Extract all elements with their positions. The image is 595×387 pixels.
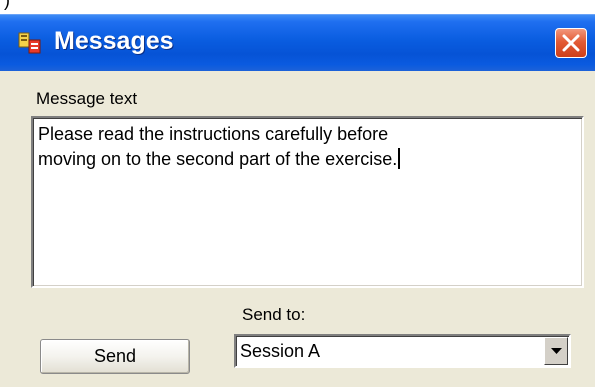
message-line-text: moving on to the second part of the exer…: [38, 149, 398, 169]
message-line: Please read the instructions carefully b…: [38, 124, 389, 144]
message-textarea[interactable]: Please read the instructions carefully b…: [31, 116, 584, 288]
session-select[interactable]: Session A: [234, 334, 571, 368]
close-button[interactable]: [555, 28, 587, 58]
chevron-down-icon: [551, 348, 562, 354]
session-selected-value: Session A: [240, 341, 321, 361]
send-to-label: Send to:: [242, 305, 306, 324]
window-title: Messages: [54, 27, 174, 55]
title-bar[interactable]: Messages: [0, 14, 595, 71]
text-caret: [398, 148, 401, 169]
messages-app-icon: [18, 31, 42, 55]
message-text-label: Message text: [36, 89, 138, 108]
dropdown-button[interactable]: [544, 337, 568, 365]
close-icon: [562, 34, 580, 52]
message-line: moving on to the second part of the exer…: [38, 147, 577, 172]
top-edge-glyph: ): [4, 0, 10, 10]
top-strip: ): [0, 0, 595, 14]
send-button[interactable]: Send: [40, 339, 190, 374]
messages-dialog: ) Messages Message text Please read the …: [0, 0, 595, 387]
